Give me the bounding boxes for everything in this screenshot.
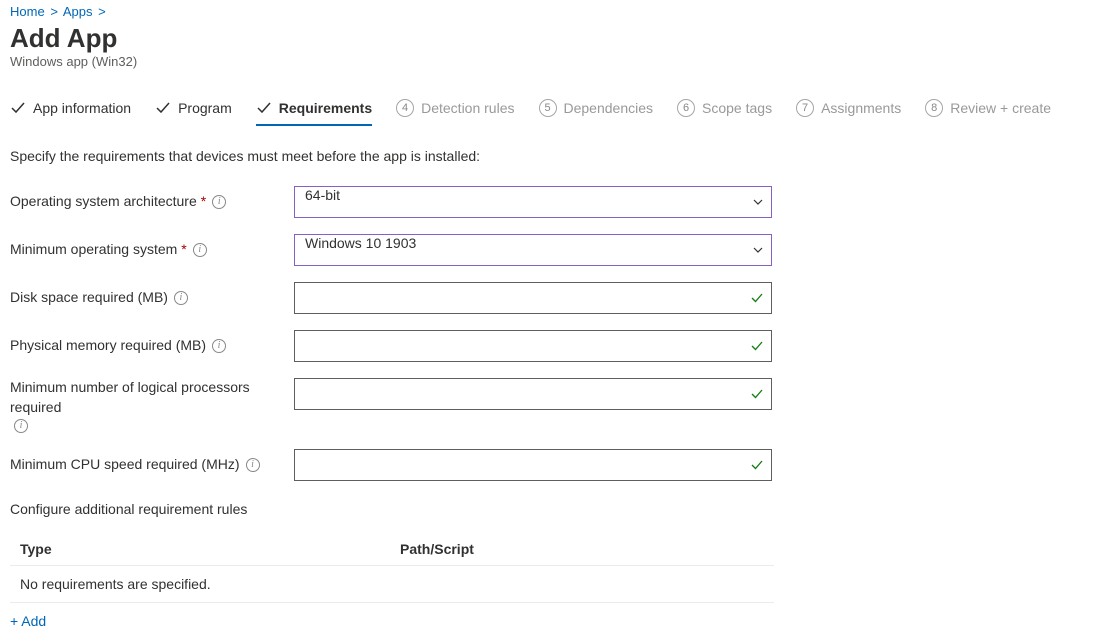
wizard-tabs: App information Program Requirements 4 D… — [10, 99, 1084, 128]
step-number: 8 — [925, 99, 943, 117]
tab-label: Review + create — [950, 100, 1051, 116]
tab-label: Assignments — [821, 100, 901, 116]
tab-label: Dependencies — [564, 100, 654, 116]
breadcrumb-apps[interactable]: Apps — [63, 4, 93, 19]
required-indicator: * — [201, 192, 206, 212]
label-text: Minimum number of logical processors req… — [10, 378, 284, 417]
input-cpu-speed[interactable] — [294, 449, 772, 481]
input-disk-space[interactable] — [294, 282, 772, 314]
step-number: 7 — [796, 99, 814, 117]
tab-app-information[interactable]: App information — [10, 100, 131, 126]
label-os-architecture: Operating system architecture * i — [10, 192, 294, 212]
check-icon — [256, 100, 272, 116]
tab-scope-tags[interactable]: 6 Scope tags — [677, 99, 772, 127]
label-text: Operating system architecture — [10, 192, 197, 212]
label-logical-processors: Minimum number of logical processors req… — [10, 378, 294, 433]
info-icon[interactable]: i — [193, 243, 207, 257]
label-text: Minimum CPU speed required (MHz) — [10, 455, 240, 475]
info-icon[interactable]: i — [174, 291, 188, 305]
tab-review-create[interactable]: 8 Review + create — [925, 99, 1051, 127]
page-subtitle: Windows app (Win32) — [10, 54, 1084, 69]
table-empty-message: No requirements are specified. — [10, 566, 774, 603]
column-header-path: Path/Script — [400, 541, 764, 557]
label-text: Minimum operating system — [10, 240, 177, 260]
tab-label: Scope tags — [702, 100, 772, 116]
column-header-type: Type — [20, 541, 400, 557]
tab-label: Requirements — [279, 100, 372, 116]
label-text: Physical memory required (MB) — [10, 336, 206, 356]
breadcrumb-home[interactable]: Home — [10, 4, 45, 19]
info-icon[interactable]: i — [14, 419, 28, 433]
step-number: 6 — [677, 99, 695, 117]
chevron-right-icon: > — [98, 4, 106, 19]
tab-program[interactable]: Program — [155, 100, 232, 126]
breadcrumb: Home > Apps > — [10, 0, 1084, 19]
info-icon[interactable]: i — [212, 339, 226, 353]
label-physical-memory: Physical memory required (MB) i — [10, 336, 294, 356]
step-number: 5 — [539, 99, 557, 117]
add-requirement-button[interactable]: + Add — [10, 613, 46, 629]
dropdown-min-os[interactable]: Windows 10 1903 — [294, 234, 772, 266]
dropdown-os-architecture[interactable]: 64-bit — [294, 186, 772, 218]
tab-label: Detection rules — [421, 100, 514, 116]
requirements-table: Type Path/Script No requirements are spe… — [10, 533, 774, 603]
requirements-description: Specify the requirements that devices mu… — [10, 148, 1084, 164]
label-text: Disk space required (MB) — [10, 288, 168, 308]
page-title: Add App — [10, 23, 1084, 54]
tab-label: App information — [33, 100, 131, 116]
additional-rules-heading: Configure additional requirement rules — [10, 501, 1084, 517]
input-physical-memory[interactable] — [294, 330, 772, 362]
check-icon — [10, 100, 26, 116]
label-disk-space: Disk space required (MB) i — [10, 288, 294, 308]
label-min-os: Minimum operating system * i — [10, 240, 294, 260]
input-logical-processors[interactable] — [294, 378, 772, 410]
tab-requirements[interactable]: Requirements — [256, 100, 372, 126]
info-icon[interactable]: i — [212, 195, 226, 209]
check-icon — [155, 100, 171, 116]
tab-label: Program — [178, 100, 232, 116]
tab-dependencies[interactable]: 5 Dependencies — [539, 99, 654, 127]
info-icon[interactable]: i — [246, 458, 260, 472]
tab-assignments[interactable]: 7 Assignments — [796, 99, 901, 127]
step-number: 4 — [396, 99, 414, 117]
tab-detection-rules[interactable]: 4 Detection rules — [396, 99, 514, 127]
chevron-right-icon: > — [50, 4, 58, 19]
label-cpu-speed: Minimum CPU speed required (MHz) i — [10, 455, 294, 475]
required-indicator: * — [181, 240, 186, 260]
